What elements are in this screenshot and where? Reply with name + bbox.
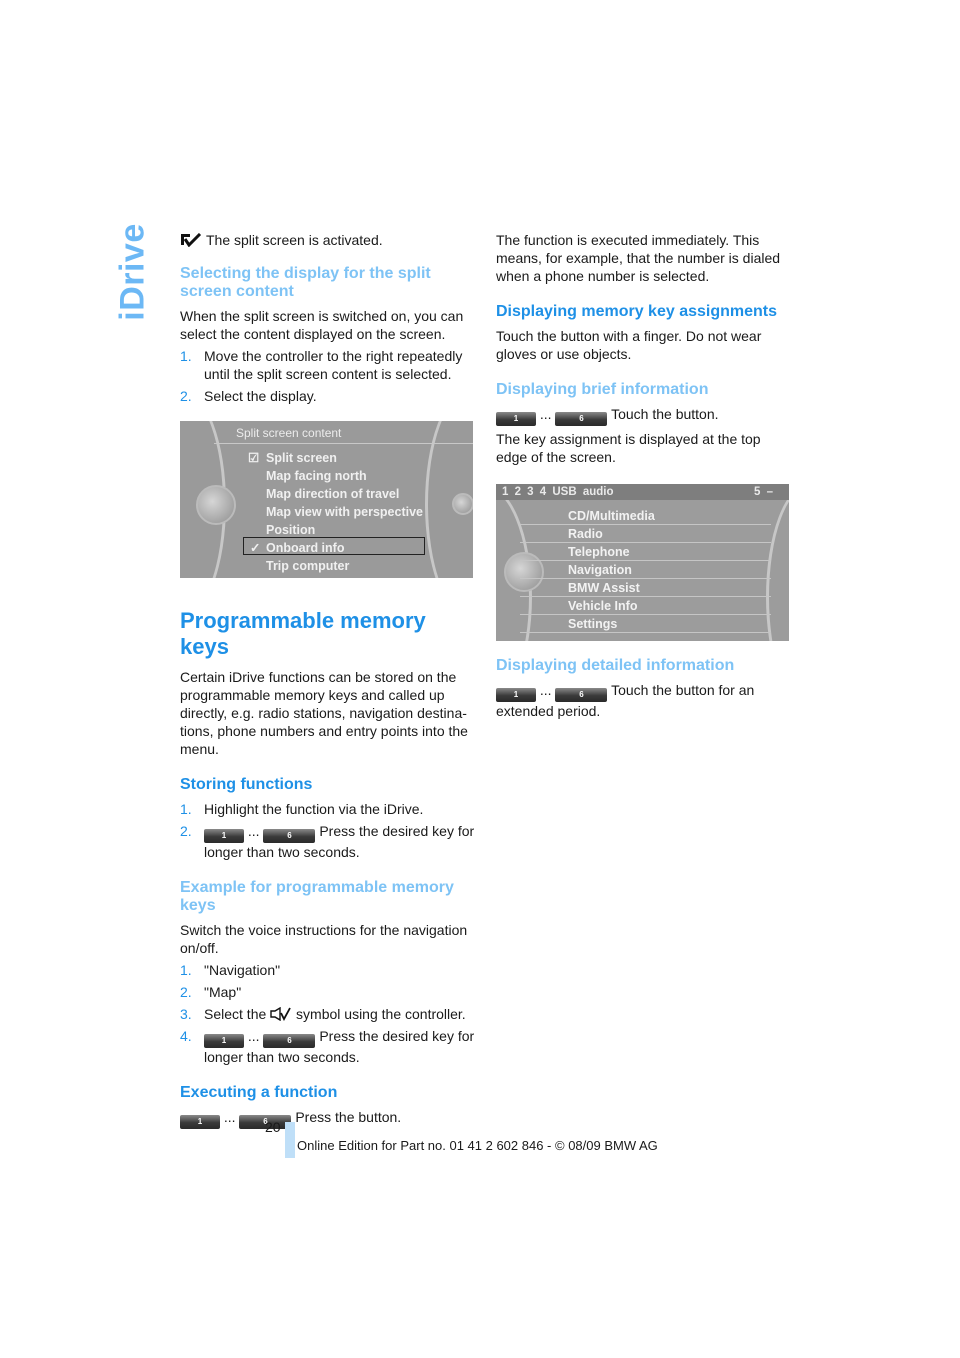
menu-item: Trip computer — [266, 559, 350, 573]
heading-detailed-information: Displaying detailed information — [496, 657, 735, 674]
heading-storing-functions: Storing functions — [180, 776, 313, 793]
heading-brief-information: Displaying brief information — [496, 381, 709, 398]
menu-item: Navigation — [520, 562, 771, 579]
step: 2. 1 ... 6 Press the desired key for long… — [180, 823, 475, 860]
step: 4. 1 ... 6 Press the desired key for long… — [180, 1028, 475, 1065]
step: 1. Move the controller to the right repea… — [180, 348, 463, 382]
menu-item: Vehicle Info — [520, 598, 771, 615]
voice-instructions-icon — [270, 1007, 291, 1021]
memory-key-1: 1 — [180, 1115, 220, 1129]
step: 1. "Navigation" — [180, 962, 281, 978]
checkmark-icon: ✓ — [250, 541, 261, 555]
example-body: Switch the voice instructions for the na… — [180, 922, 468, 956]
page-number: 20 — [265, 1119, 281, 1135]
memory-key-1: 1 — [204, 1034, 244, 1048]
memory-key-6: 6 — [263, 1034, 316, 1048]
main-menu-screenshot: 1 2 3 4 USB audio 5 – CD/Multimedia Radio… — [496, 484, 789, 641]
right-intro: The function is executed immediately. Th… — [496, 232, 781, 284]
menu-item: CD/Multimedia — [520, 508, 771, 525]
menu-item-selected: ✓ Onboard info — [250, 541, 345, 555]
checkbox-icon: ☑ — [248, 451, 260, 465]
memory-key-1: 1 — [496, 412, 536, 426]
step: 2. "Map" — [180, 984, 242, 1000]
detailed-key-line: 1 ... 6 Touch the button for an extended… — [496, 682, 755, 719]
heading-selecting-display: Selecting the display for the split scre… — [180, 265, 431, 300]
menu-item: Map facing north — [266, 469, 367, 483]
controller-knob-icon — [452, 493, 473, 515]
menu-item: Map direction of travel — [266, 487, 400, 501]
split-screen-content-screenshot: Split screen content ☑ Split screen Map f… — [180, 421, 473, 578]
menu-item: Map view with perspective — [266, 505, 423, 519]
step: 3. Select the symbol using the controller… — [180, 1006, 466, 1022]
menu-item: Telephone — [520, 544, 771, 561]
screen-title: Split screen content — [236, 426, 342, 440]
left-column: The split screen is activated. Selecting… — [180, 231, 476, 1133]
footer-accent-bar — [285, 1122, 295, 1158]
side-tab-label: iDrive — [113, 223, 152, 321]
memory-keys-body: Certain iDrive functions can be stored o… — [180, 669, 468, 757]
split-screen-check-icon — [181, 233, 202, 247]
heading-memory-key-assignments: Displaying memory key assignments — [496, 303, 777, 320]
memory-key-6: 6 — [555, 412, 608, 426]
heading-programmable-memory-keys: Programmable memory keys — [180, 608, 426, 659]
heading-example: Example for programmable memory keys — [180, 879, 454, 914]
controller-knob-icon — [196, 485, 236, 525]
memory-key-1: 1 — [496, 688, 536, 702]
right-column: The function is executed immediately. Th… — [496, 231, 792, 724]
menu-item: Settings — [520, 616, 771, 633]
heading-executing-function: Executing a function — [180, 1084, 338, 1101]
assignments-body: Touch the button with a finger. Do not w… — [496, 328, 762, 362]
footer-edition: Online Edition for Part no. 01 41 2 602 … — [297, 1138, 658, 1153]
menu-item: BMW Assist — [520, 580, 771, 597]
brief-body: The key assignment is displayed at the t… — [496, 431, 761, 465]
menu-item: Radio — [520, 526, 771, 543]
intro-line: The split screen is activated. — [180, 231, 476, 249]
step: 1. Highlight the function via the iDrive. — [180, 801, 424, 817]
memory-key-6: 6 — [263, 829, 316, 843]
step: 2. Select the display. — [180, 388, 317, 404]
executing-line: 1 ... 6 Press the button. — [180, 1108, 476, 1129]
side-tab: iDrive — [108, 222, 158, 322]
menu-item: ☑ Split screen — [248, 451, 337, 465]
selecting-body: When the split screen is switched on, yo… — [180, 308, 464, 342]
memory-key-6: 6 — [555, 688, 608, 702]
brief-key-line: 1 ... 6 Touch the button. — [496, 405, 792, 426]
memory-key-1: 1 — [204, 829, 244, 843]
memory-key-bar: 1 2 3 4 USB audio 5 – — [496, 484, 789, 500]
